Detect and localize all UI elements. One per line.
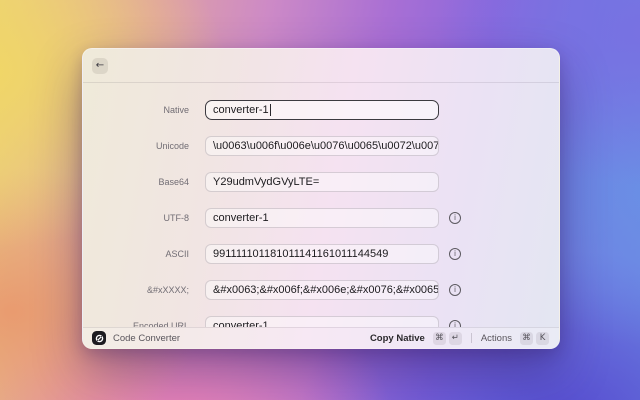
utf8-label: UTF-8	[163, 213, 190, 223]
field-row-ascii: ASCII 991111101181011141161011144549 i	[83, 244, 559, 264]
info-icon[interactable]: i	[449, 248, 461, 260]
info-icon[interactable]: i	[449, 284, 461, 296]
field-row-base64: Base64 Y29udmVydGVyLTE=	[83, 172, 559, 192]
k-key-icon: K	[536, 331, 549, 345]
field-row-unicode: Unicode \u0063\u006f\u006e\u0076\u0065\u…	[83, 136, 559, 156]
hex-entity-label: &#xXXXX;	[146, 285, 189, 295]
base64-input[interactable]: Y29udmVydGVyLTE=	[205, 172, 439, 192]
return-key-icon: ↵	[448, 331, 462, 345]
text-caret	[269, 104, 271, 116]
field-row-utf8: UTF-8 converter-1 i	[83, 208, 559, 228]
back-arrow-icon: ←	[95, 60, 105, 71]
back-button[interactable]: ←	[92, 57, 108, 74]
field-row-hex-entity: &#xXXXX; &#x0063;&#x006f;&#x006e;&#x0076…	[83, 280, 559, 300]
unicode-label: Unicode	[155, 141, 189, 151]
native-input[interactable]: converter-1	[205, 100, 439, 120]
ascii-label: ASCII	[165, 249, 189, 259]
command-key-icon: ⌘	[520, 331, 533, 345]
unicode-input[interactable]: \u0063\u006f\u006e\u0076\u0065\u0072\u00…	[205, 136, 439, 156]
native-label: Native	[163, 105, 189, 115]
window-header: ←	[83, 49, 559, 83]
info-icon[interactable]: i	[449, 212, 461, 224]
field-row-encoded-url: Encoded URL converter-1 i	[83, 316, 559, 327]
convert-circle-icon	[95, 334, 103, 342]
code-converter-app-icon	[92, 331, 106, 345]
code-converter-window: ← Native converter-1 Unicode \u0063\u006…	[82, 48, 560, 349]
app-name-label: Code Converter	[113, 332, 181, 344]
info-icon[interactable]: i	[449, 320, 461, 327]
utf8-input[interactable]: converter-1	[205, 208, 439, 228]
ascii-input[interactable]: 991111101181011141161011144549	[205, 244, 439, 264]
hex-entity-input[interactable]: &#x0063;&#x006f;&#x006e;&#x0076;&#x0065;…	[205, 280, 439, 300]
window-footer: Code Converter Copy Native ⌘ ↵ Actions ⌘…	[83, 327, 559, 348]
footer-shortcut-divider	[470, 333, 472, 343]
copy-native-button[interactable]: Copy Native	[370, 333, 425, 344]
converter-form: Native converter-1 Unicode \u0063\u006f\…	[83, 83, 559, 327]
actions-button[interactable]: Actions	[481, 333, 512, 344]
base64-label: Base64	[158, 177, 189, 187]
field-row-native: Native converter-1	[83, 100, 559, 120]
encoded-url-input[interactable]: converter-1	[205, 316, 439, 327]
command-key-icon: ⌘	[432, 331, 446, 345]
